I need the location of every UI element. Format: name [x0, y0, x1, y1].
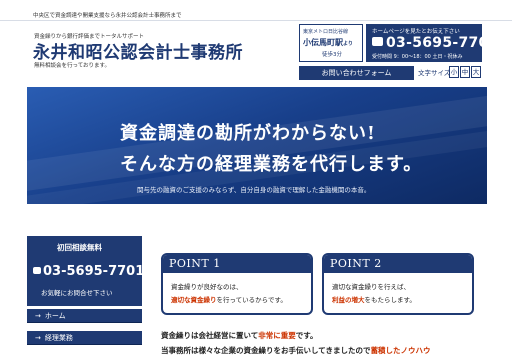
- top-bar-text: 中央区で資金調達や開業支援なら永井公認会計士事務所まで: [33, 13, 182, 19]
- tel-number: 03-5695-7701: [386, 35, 499, 51]
- tel-caption: ホームページを見たとお伝え下さい: [372, 29, 460, 35]
- font-size-small-button[interactable]: 小: [449, 66, 459, 78]
- point-title: POINT 2: [330, 257, 382, 270]
- nav-label: ホーム: [44, 312, 66, 320]
- font-size-large-button[interactable]: 大: [471, 66, 481, 78]
- phone-icon: [33, 267, 41, 274]
- body-paragraph-2: 当事務所は様々な企業の資金繰りをお手伝いしてきましたので蓄積したノウハウ: [161, 345, 431, 356]
- point-title: POINT 1: [169, 257, 221, 270]
- header-note: 無料相談会を行っております。: [34, 63, 111, 69]
- nav-label: 経理業務: [44, 334, 73, 342]
- body-highlight: 非常に重要: [258, 331, 296, 340]
- site-logo[interactable]: 永井和昭公認会計士事務所: [33, 38, 243, 63]
- point-line-1: 資金繰りが良好なのは、: [171, 283, 243, 291]
- tel-number-wrap[interactable]: 03-5695-7701: [372, 35, 499, 51]
- tel-hours: 受付時間 9：00～18：00 土日・祝休み: [372, 54, 463, 60]
- hero-banner: 資金調達の勘所がわからない! そんな方の経理業務を代行します。 関与先の融資のご…: [27, 87, 487, 204]
- access-station: 小伝馬町駅より: [303, 37, 353, 48]
- phone-icon: [372, 37, 383, 46]
- point-highlight: 利益の増大: [332, 296, 365, 304]
- station-name: 小伝馬町駅: [303, 37, 343, 47]
- point-line-2-rest: を行っているからです。: [216, 296, 287, 304]
- tel-box: ホームページを見たとお伝え下さい 03-5695-7701 受付時間 9：00～…: [366, 24, 498, 62]
- consult-number: 03-5695-7701: [43, 264, 145, 279]
- body-highlight: 蓄積したノウハウ: [370, 346, 431, 355]
- nav-item-accounting[interactable]: → 経理業務: [27, 331, 142, 345]
- hero-tagline: 関与先の融資のご支援のみならず、自分自身の融資で理解した金融機関の本音。: [137, 186, 371, 194]
- body-text: 資金繰りは会社経営に置いて: [161, 331, 259, 340]
- point-card-2: POINT 2 適切な資金繰りを行えば、 利益の増大をもたらします。: [322, 253, 474, 315]
- arrow-right-icon: →: [35, 312, 41, 320]
- access-line: 東京メトロ日比谷線: [303, 29, 349, 35]
- font-size-medium-button[interactable]: 中: [460, 66, 470, 78]
- hero-headline-2: そんな方の経理業務を代行します。: [120, 154, 423, 175]
- point-line-1: 適切な資金繰りを行えば、: [332, 283, 410, 291]
- point-line-2-rest: をもたらします。: [364, 296, 416, 304]
- point-line-2: 適切な資金繰りを行っているからです。: [171, 294, 287, 304]
- contact-form-button[interactable]: お問い合わせフォーム: [299, 66, 414, 80]
- body-paragraph-1: 資金繰りは会社経営に置いて非常に重要です。: [161, 330, 318, 341]
- station-suffix: より: [343, 41, 353, 47]
- consult-title: 初回相談無料: [57, 243, 102, 252]
- access-walk: 徒歩3分: [322, 52, 342, 58]
- point-highlight: 適切な資金繰り: [171, 296, 217, 304]
- top-bar: 中央区で資金調達や開業支援なら永井公認会計士事務所まで: [0, 0, 512, 21]
- point-line-2: 利益の増大をもたらします。: [332, 294, 416, 304]
- point-card-1: POINT 1 資金繰りが良好なのは、 適切な資金繰りを行っているからです。: [161, 253, 313, 315]
- hero-headline-1: 資金調達の勘所がわからない!: [120, 123, 376, 144]
- nav-item-home[interactable]: → ホーム: [27, 309, 142, 323]
- access-box: 東京メトロ日比谷線 小伝馬町駅より 徒歩3分: [299, 24, 363, 62]
- consult-number-wrap: 03-5695-7701: [33, 264, 144, 279]
- free-consult-box[interactable]: 初回相談無料 03-5695-7701 お気軽にお問合せ下さい: [27, 236, 144, 306]
- body-text: です。: [295, 331, 318, 340]
- consult-text: お気軽にお問合せ下さい: [41, 289, 113, 297]
- font-size-label: 文字サイズ:: [418, 69, 453, 77]
- body-text: 当事務所は様々な企業の資金繰りをお手伝いしてきましたので: [161, 346, 371, 355]
- arrow-right-icon: →: [35, 334, 41, 342]
